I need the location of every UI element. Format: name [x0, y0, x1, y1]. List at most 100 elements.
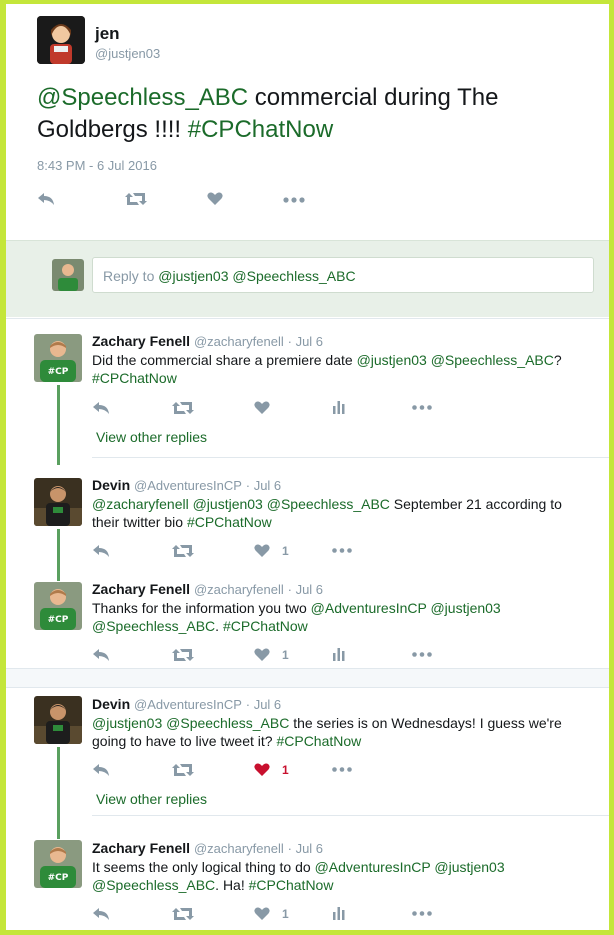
reply-author-handle[interactable]: @zacharyfenell [194, 841, 284, 856]
reply-text-body: . [215, 618, 223, 634]
reply-icon[interactable] [92, 401, 110, 415]
reply-icon[interactable] [92, 907, 110, 921]
hashtag-link[interactable]: #CPChatNow [92, 370, 177, 386]
reply-icon[interactable] [37, 192, 55, 206]
like-count: 1 [282, 648, 289, 662]
hashtag-link[interactable]: #CPChatNow [249, 877, 334, 893]
retweet-icon[interactable] [172, 544, 194, 558]
reply-author[interactable]: Zachary Fenell @zacharyfenell · Jul 6 [92, 333, 323, 349]
view-other-replies-link[interactable]: View other replies [96, 791, 207, 807]
reply-item[interactable]: #CP Zachary Fenell @zacharyfenell · Jul … [6, 818, 609, 930]
reply-date[interactable]: · Jul 6 [246, 697, 281, 712]
reply-date[interactable]: · Jul 6 [288, 334, 323, 349]
avatar[interactable]: #CP [34, 334, 82, 382]
reply-date[interactable]: · Jul 6 [246, 478, 281, 493]
reply-icon[interactable] [92, 763, 110, 777]
reply-date[interactable]: · Jul 6 [288, 582, 323, 597]
avatar [52, 259, 84, 291]
author-name[interactable]: jen [95, 24, 120, 44]
reply-actions: 1 [92, 647, 452, 665]
retweet-icon[interactable] [172, 907, 194, 921]
reply-actions [92, 400, 452, 418]
more-icon[interactable] [412, 405, 432, 410]
avatar[interactable]: #CP [34, 840, 82, 888]
svg-text:#CP: #CP [48, 367, 69, 377]
heart-icon[interactable] [254, 907, 270, 921]
reply-text: Thanks for the information you two @Adve… [92, 599, 592, 635]
svg-text:#CP: #CP [48, 873, 69, 883]
reply-text-body: Thanks for the information you two [92, 600, 311, 616]
view-other-replies-link[interactable]: View other replies [96, 429, 207, 445]
svg-text:#CP: #CP [48, 615, 69, 625]
reply-icon[interactable] [92, 544, 110, 558]
reply-text-body: It seems the only logical thing to do [92, 859, 315, 875]
heart-icon[interactable] [254, 544, 270, 558]
more-icon[interactable] [332, 548, 352, 553]
reply-text: @zacharyfenell @justjen03 @Speechless_AB… [92, 495, 592, 531]
mention-link[interactable]: @Speechless_ABC [37, 84, 248, 111]
more-icon[interactable] [283, 197, 305, 203]
hashtag-link[interactable]: #CPChatNow [187, 514, 272, 530]
avatar[interactable] [37, 16, 85, 64]
mention-link[interactable]: @justjen03 @Speechless_ABC [92, 715, 289, 731]
tweet-frame: jen @justjen03 @Speechless_ABC commercia… [6, 4, 609, 930]
retweet-icon[interactable] [172, 401, 194, 415]
reply-author-name[interactable]: Zachary Fenell [92, 840, 190, 856]
reply-text-body: ? [553, 352, 562, 368]
analytics-icon[interactable] [332, 906, 346, 920]
reply-icon[interactable] [92, 648, 110, 662]
reply-author[interactable]: Zachary Fenell @zacharyfenell · Jul 6 [92, 581, 323, 597]
reply-text-body: . Ha! [215, 877, 249, 893]
reply-author[interactable]: Devin @AdventuresInCP · Jul 6 [92, 477, 281, 493]
reply-author-handle[interactable]: @zacharyfenell [194, 582, 284, 597]
heart-icon-liked[interactable] [254, 763, 270, 777]
reply-thread: Devin @AdventuresInCP · Jul 6 @justjen03… [6, 688, 609, 930]
analytics-icon[interactable] [332, 647, 346, 661]
avatar[interactable]: #CP [34, 582, 82, 630]
retweet-icon[interactable] [172, 648, 194, 662]
heart-icon[interactable] [254, 648, 270, 662]
mention-link[interactable]: @justjen03 @Speechless_ABC [357, 352, 554, 368]
hashtag-link[interactable]: #CPChatNow [223, 618, 308, 634]
retweet-icon[interactable] [172, 763, 194, 777]
reply-author-name[interactable]: Devin [92, 477, 130, 493]
reply-composer: Reply to @justjen03 @Speechless_ABC [6, 240, 609, 317]
thread-separator [6, 668, 609, 688]
main-tweet: jen @justjen03 @Speechless_ABC commercia… [6, 4, 609, 240]
reply-item[interactable]: Devin @AdventuresInCP · Jul 6 @justjen03… [6, 688, 609, 839]
reply-author-name[interactable]: Devin [92, 696, 130, 712]
reply-author-handle[interactable]: @AdventuresInCP [134, 697, 242, 712]
reply-author[interactable]: Devin @AdventuresInCP · Jul 6 [92, 696, 281, 712]
more-icon[interactable] [332, 767, 352, 772]
reply-actions: 1 [92, 906, 452, 924]
hashtag-link[interactable]: #CPChatNow [188, 116, 333, 143]
reply-author[interactable]: Zachary Fenell @zacharyfenell · Jul 6 [92, 840, 323, 856]
like-count: 1 [282, 907, 289, 921]
reply-item[interactable]: #CP Zachary Fenell @zacharyfenell · Jul … [6, 565, 609, 669]
reply-mentions: @justjen03 @Speechless_ABC [158, 268, 356, 284]
divider [92, 457, 609, 458]
avatar[interactable] [34, 478, 82, 526]
more-icon[interactable] [412, 652, 432, 657]
reply-text: Did the commercial share a premiere date… [92, 351, 592, 387]
hashtag-link[interactable]: #CPChatNow [276, 733, 361, 749]
analytics-icon[interactable] [332, 400, 346, 414]
reply-actions: 1 [92, 543, 452, 561]
reply-item[interactable]: Devin @AdventuresInCP · Jul 6 @zacharyfe… [6, 461, 609, 581]
reply-author-name[interactable]: Zachary Fenell [92, 581, 190, 597]
reply-item[interactable]: #CP Zachary Fenell @zacharyfenell · Jul … [6, 319, 609, 465]
reply-input[interactable]: Reply to @justjen03 @Speechless_ABC [92, 257, 594, 293]
reply-author-handle[interactable]: @zacharyfenell [194, 334, 284, 349]
like-count: 1 [282, 544, 289, 558]
retweet-icon[interactable] [125, 192, 147, 206]
reply-author-name[interactable]: Zachary Fenell [92, 333, 190, 349]
mention-link[interactable]: @zacharyfenell @justjen03 @Speechless_AB… [92, 496, 390, 512]
author-handle[interactable]: @justjen03 [95, 46, 160, 61]
reply-author-handle[interactable]: @AdventuresInCP [134, 478, 242, 493]
avatar[interactable] [34, 696, 82, 744]
heart-icon[interactable] [254, 401, 270, 415]
heart-icon[interactable] [207, 192, 223, 206]
more-icon[interactable] [412, 911, 432, 916]
tweet-timestamp[interactable]: 8:43 PM - 6 Jul 2016 [37, 158, 157, 173]
reply-date[interactable]: · Jul 6 [288, 841, 323, 856]
